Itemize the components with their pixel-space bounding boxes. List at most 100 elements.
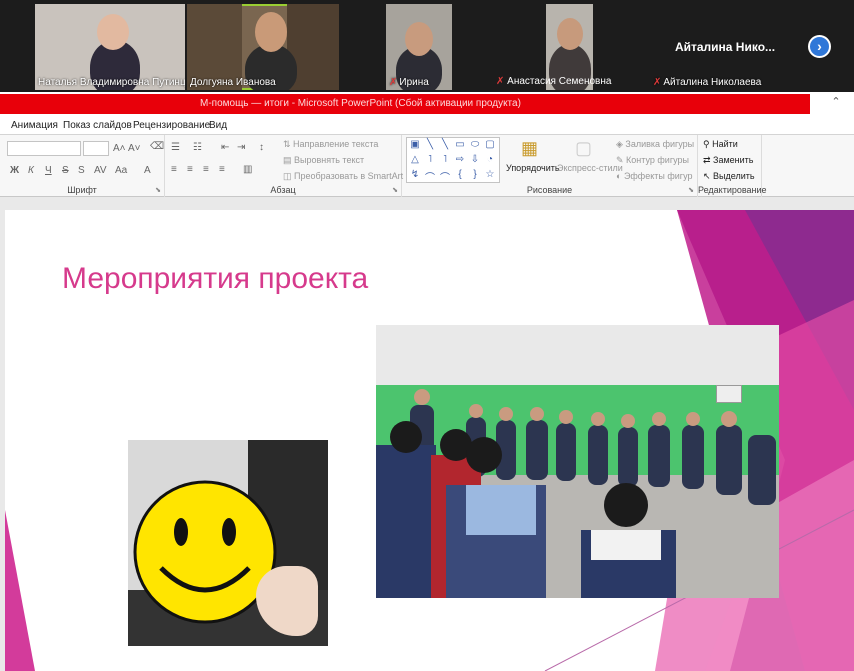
text-direction-icon: ⇅ [283, 139, 294, 149]
spacing-icon[interactable]: AV [94, 165, 107, 176]
participant-tile-2[interactable]: Долгуяна Иванова [187, 4, 339, 90]
triangle-shape-icon[interactable]: △ [408, 154, 422, 165]
italic-icon[interactable]: К [28, 165, 34, 176]
dialog-launcher-icon[interactable]: ⬊ [392, 186, 398, 194]
align-text-button[interactable]: ▤ Выровнять текст [283, 155, 364, 166]
arc-shape-icon[interactable]: ⌒ [438, 169, 452, 184]
paragraph-group: ☰ ☷ ⇤ ⇥ ↕ ≡ ≡ ≡ ≡ ▥ ⇅ Направление текста… [165, 135, 403, 197]
editing-group: ⚲ Найти ⇄ Заменить ↖ Выделить Редактиров… [698, 135, 767, 197]
select-button[interactable]: ↖ Выделить [703, 171, 755, 182]
participant-face [255, 12, 287, 52]
smartart-button[interactable]: ◫ Преобразовать в SmartArt [283, 171, 403, 182]
replace-icon: ⇄ [703, 155, 714, 165]
bullets-icon[interactable]: ☰ [171, 142, 180, 153]
participant-face [97, 14, 129, 50]
star-shape-icon[interactable]: ☆ [483, 169, 497, 180]
mic-muted-icon: ✗ [496, 76, 508, 87]
ribbon-collapse-icon[interactable]: ⌃ [830, 96, 842, 108]
clear-format-icon[interactable]: ⌫ [150, 141, 164, 152]
ribbon-tabs: Анимация Показ слайдов Рецензирование Ви… [0, 115, 854, 135]
shape-effects-button[interactable]: ◐ Эффекты фигур [616, 171, 692, 181]
shape-outline-button[interactable]: ✎ Контур фигуры [616, 155, 689, 166]
decrease-indent-icon[interactable]: ⇤ [221, 142, 229, 153]
participant-face [405, 22, 433, 56]
find-button[interactable]: ⚲ Найти [703, 139, 738, 150]
font-name-box[interactable] [7, 141, 81, 156]
connector-shape-icon[interactable]: ˥ [423, 154, 437, 165]
increase-indent-icon[interactable]: ⇥ [237, 142, 245, 153]
font-group-label: Шрифт [67, 185, 97, 195]
participant-display-name: Айталина Нико... [674, 40, 776, 54]
line-shape-icon[interactable]: ╲ [423, 139, 437, 150]
shapes-gallery[interactable]: ▣ ╲ ╲ ▭ ⬭ ▢ △ ˥ ˥ ⇨ ⇩ ◔ ↯ ⌒ ⌒ { } ☆ [406, 137, 500, 184]
align-text-icon: ▤ [283, 155, 295, 165]
shrink-font-icon[interactable]: A˅ [128, 143, 141, 154]
tab-review[interactable]: Рецензирование [133, 120, 210, 131]
tab-animation[interactable]: Анимация [11, 120, 58, 131]
font-group: A˄ A˅ ⌫ Ж К Ч S S AV Aa A Шрифт ⬊ [0, 135, 165, 197]
text-direction-button[interactable]: ⇅ Направление текста [283, 139, 378, 150]
mic-muted-icon: ✗ [389, 77, 398, 88]
tab-slideshow[interactable]: Показ слайдов [63, 120, 132, 131]
oval-shape-icon[interactable]: ⬭ [468, 139, 482, 150]
window-title: М-помощь — итоги - Microsoft PowerPoint … [200, 98, 521, 109]
numbering-icon[interactable]: ☷ [193, 142, 202, 153]
students-group [376, 389, 776, 598]
dialog-launcher-icon[interactable]: ⬊ [155, 186, 161, 194]
change-case-icon[interactable]: Aa [115, 165, 127, 176]
line-spacing-icon[interactable]: ↕ [259, 142, 264, 153]
participant-tile-3[interactable]: ✗ Ирина [386, 4, 452, 90]
line-shape-icon[interactable]: ╲ [438, 139, 452, 150]
paragraph-group-label: Абзац [270, 185, 296, 195]
connector-shape-icon[interactable]: ˥ [438, 154, 452, 165]
bold-icon[interactable]: Ж [10, 165, 19, 176]
justify-icon[interactable]: ≡ [219, 164, 225, 175]
underline-icon[interactable]: Ч [45, 165, 52, 176]
participant-name: Долгуяна Иванова [190, 77, 276, 88]
replace-button[interactable]: ⇄ Заменить [703, 155, 754, 166]
quick-styles-icon[interactable]: ▢ [575, 138, 592, 159]
grow-font-icon[interactable]: A˄ [113, 143, 126, 154]
slide-title[interactable]: Мероприятия проекта [62, 262, 368, 296]
classroom-photo[interactable] [376, 325, 779, 598]
participant-face [557, 18, 583, 50]
dialog-launcher-icon[interactable]: ⬊ [688, 186, 694, 194]
participant-tile-5[interactable]: Айталина Нико... ✗ Айталина Николаева [650, 4, 800, 90]
brace-shape-icon[interactable]: } [468, 169, 482, 180]
align-center-icon[interactable]: ≡ [187, 164, 193, 175]
arrange-button[interactable]: Упорядочить [506, 163, 560, 173]
binoculars-icon: ⚲ [703, 139, 713, 149]
rectangle-shape-icon[interactable]: ▭ [453, 139, 467, 150]
window-titlebar: М-помощь — итоги - Microsoft PowerPoint … [0, 92, 854, 115]
arrange-icon[interactable]: ▦ [521, 138, 538, 159]
screen: Наталья Владимировна Путинц... Долгуяна … [0, 0, 854, 671]
tab-view[interactable]: Вид [209, 120, 227, 131]
smiley-photo[interactable] [128, 440, 328, 646]
cursor-icon: ↖ [703, 171, 714, 181]
align-right-icon[interactable]: ≡ [203, 164, 209, 175]
freeform-shape-icon[interactable]: ↯ [408, 169, 422, 180]
arrow-down-shape-icon[interactable]: ⇩ [468, 154, 482, 165]
callout-shape-icon[interactable]: ◔ [483, 154, 497, 165]
textbox-shape-icon[interactable]: ▣ [408, 139, 422, 150]
slide-editor: Мероприятия проекта [0, 197, 854, 671]
brace-shape-icon[interactable]: { [453, 169, 467, 180]
chevron-right-icon[interactable]: › [808, 35, 831, 58]
shadow-icon[interactable]: S [78, 165, 85, 176]
drawing-group-label: Рисование [526, 185, 573, 195]
slide[interactable]: Мероприятия проекта [5, 210, 854, 671]
font-color-icon[interactable]: A [144, 165, 151, 176]
rounded-rect-shape-icon[interactable]: ▢ [483, 139, 497, 150]
curve-shape-icon[interactable]: ⌒ [423, 169, 437, 184]
decoration-triangle [5, 510, 35, 671]
strikethrough-icon[interactable]: S [62, 165, 69, 176]
quick-styles-button[interactable]: Экспресс-стили [557, 163, 623, 173]
shape-fill-button[interactable]: ◈ Заливка фигуры [616, 139, 694, 150]
align-left-icon[interactable]: ≡ [171, 164, 177, 175]
effects-icon: ◐ [616, 171, 624, 181]
columns-icon[interactable]: ▥ [243, 164, 252, 175]
arrow-right-shape-icon[interactable]: ⇨ [453, 154, 467, 165]
font-size-box[interactable] [83, 141, 109, 156]
participant-tile-1[interactable]: Наталья Владимировна Путинц... [35, 4, 185, 90]
editing-group-label: Редактирование [698, 185, 767, 195]
